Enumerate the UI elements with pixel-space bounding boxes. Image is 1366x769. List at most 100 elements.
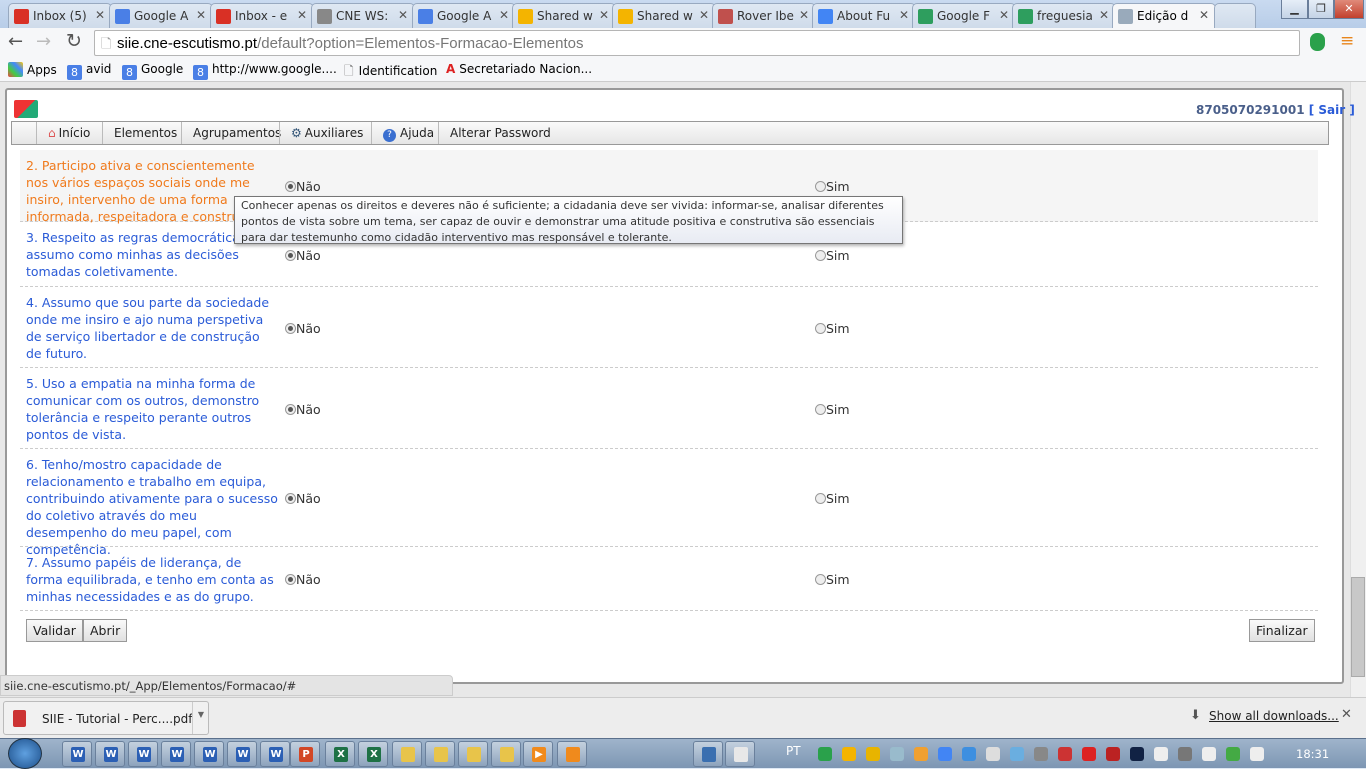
power-icon[interactable] (1154, 747, 1168, 761)
taskbar-button[interactable]: W (260, 741, 290, 767)
menu-item[interactable]: Alterar Password (438, 122, 562, 144)
clock[interactable]: 18:31 (1296, 747, 1329, 761)
radio-button[interactable] (285, 404, 296, 415)
bookmark-item[interactable]: 🗋 Identification (344, 62, 437, 83)
close-tab-icon[interactable]: ✕ (999, 8, 1009, 22)
radio-no[interactable]: Não (285, 402, 321, 417)
taskbar-button[interactable]: P (290, 741, 320, 767)
radio-yes[interactable]: Sim (815, 491, 850, 506)
radio-yes[interactable]: Sim (815, 321, 850, 336)
taskbar-button[interactable]: W (62, 741, 92, 767)
taskbar-button[interactable]: W (95, 741, 125, 767)
bell-icon[interactable] (1034, 747, 1048, 761)
radio-button[interactable] (815, 323, 826, 334)
mcafee-icon[interactable] (1106, 747, 1120, 761)
radio-yes[interactable]: Sim (815, 179, 850, 194)
browser-tab[interactable]: Shared w ✕ (512, 3, 616, 28)
app-icon[interactable] (1058, 747, 1072, 761)
browser-tab[interactable]: Google A ✕ (412, 3, 516, 28)
back-icon[interactable]: ← (8, 31, 23, 52)
close-tab-icon[interactable]: ✕ (398, 8, 408, 22)
network-icon[interactable] (1202, 747, 1216, 761)
reload-icon[interactable]: ↻ (66, 30, 82, 52)
bookmark-item[interactable]: 8 Google (122, 62, 183, 80)
taskbar-button[interactable]: W (227, 741, 257, 767)
open-button[interactable]: Abrir (83, 619, 128, 642)
monitor-icon[interactable] (1130, 747, 1144, 761)
minimize-button[interactable]: ▁ (1281, 0, 1308, 19)
notification-icon[interactable] (866, 747, 880, 761)
usb-icon[interactable] (1226, 747, 1240, 761)
volume-icon[interactable] (1250, 747, 1264, 761)
close-tab-icon[interactable]: ✕ (899, 8, 909, 22)
show-all-downloads-link[interactable]: Show all downloads... (1209, 709, 1339, 723)
close-tab-icon[interactable]: ✕ (499, 8, 509, 22)
radio-no[interactable]: Não (285, 179, 321, 194)
bookmark-item[interactable]: 8 http://www.google.... (193, 62, 337, 80)
taskbar-button[interactable]: ▶ (523, 741, 553, 767)
radio-button[interactable] (815, 404, 826, 415)
radio-button[interactable] (815, 493, 826, 504)
scrollbar-thumb[interactable] (1351, 577, 1365, 677)
radio-button[interactable] (815, 574, 826, 585)
radio-no[interactable]: Não (285, 248, 321, 263)
drive-icon[interactable] (842, 747, 856, 761)
mail-icon[interactable] (914, 747, 928, 761)
app-icon[interactable] (1010, 747, 1024, 761)
close-window-button[interactable]: ✕ (1334, 0, 1364, 19)
close-tab-icon[interactable]: ✕ (599, 8, 609, 22)
close-tab-icon[interactable]: ✕ (196, 8, 206, 22)
browser-tab[interactable]: Google A ✕ (109, 3, 213, 28)
browser-tab[interactable]: freguesia ✕ (1012, 3, 1116, 28)
chevron-down-icon[interactable]: ▼ (192, 702, 209, 734)
menu-icon[interactable]: ≡ (1340, 31, 1354, 51)
radio-button[interactable] (285, 323, 296, 334)
browser-tab[interactable]: Google F ✕ (912, 3, 1016, 28)
language-indicator[interactable]: PT (786, 744, 801, 758)
close-tab-icon[interactable]: ✕ (699, 8, 709, 22)
forward-icon[interactable]: → (36, 31, 51, 52)
radio-button[interactable] (285, 181, 296, 192)
radio-no[interactable]: Não (285, 572, 321, 587)
app-icon[interactable] (1178, 747, 1192, 761)
new-tab-button[interactable] (1214, 3, 1256, 28)
browser-tab[interactable]: CNE WS: ✕ (311, 3, 415, 28)
taskbar-button[interactable]: X (325, 741, 355, 767)
close-tab-icon[interactable]: ✕ (297, 8, 307, 22)
menu-item[interactable]: Agrupamentos (181, 122, 292, 144)
taskbar-button[interactable] (425, 741, 455, 767)
taskbar-button[interactable] (491, 741, 521, 767)
radio-yes[interactable]: Sim (815, 402, 850, 417)
shield-icon[interactable] (986, 747, 1000, 761)
bookmark-item[interactable]: Apps (8, 62, 57, 77)
radio-button[interactable] (815, 250, 826, 261)
taskbar-button[interactable]: X (358, 741, 388, 767)
logout-link[interactable]: [ Sair ] (1309, 103, 1355, 117)
bookmark-item[interactable]: A Secretariado Nacion... (446, 62, 592, 76)
hangouts-icon[interactable] (1310, 33, 1325, 51)
browser-tab[interactable]: About Fu ✕ (812, 3, 916, 28)
taskbar-button[interactable] (725, 741, 755, 767)
address-bar[interactable]: 🗋 siie.cne-escutismo.pt/default?option=El… (94, 30, 1300, 56)
radio-button[interactable] (815, 181, 826, 192)
browser-tab[interactable]: Rover Ibe ✕ (712, 3, 816, 28)
restore-button[interactable]: ❐ (1308, 0, 1334, 19)
radio-yes[interactable]: Sim (815, 248, 850, 263)
radio-button[interactable] (285, 493, 296, 504)
chrome-icon[interactable] (938, 747, 952, 761)
app-icon[interactable] (1082, 747, 1096, 761)
radio-button[interactable] (285, 250, 296, 261)
browser-tab[interactable]: Inbox (5) ✕ (8, 3, 112, 28)
app-logo[interactable] (14, 100, 38, 118)
radio-no[interactable]: Não (285, 491, 321, 506)
menu-item[interactable]: ⚙ Auxiliares (279, 122, 374, 144)
finish-button[interactable]: Finalizar (1249, 619, 1315, 642)
taskbar-button[interactable]: W (161, 741, 191, 767)
close-tab-icon[interactable]: ✕ (799, 8, 809, 22)
radio-button[interactable] (285, 574, 296, 585)
bookmark-item[interactable]: 8 avid (67, 62, 111, 80)
taskbar-button[interactable] (693, 741, 723, 767)
menu-item[interactable]: ? Ajuda (371, 122, 445, 144)
validate-button[interactable]: Validar (26, 619, 83, 642)
menu-item[interactable]: Elementos (102, 122, 188, 144)
